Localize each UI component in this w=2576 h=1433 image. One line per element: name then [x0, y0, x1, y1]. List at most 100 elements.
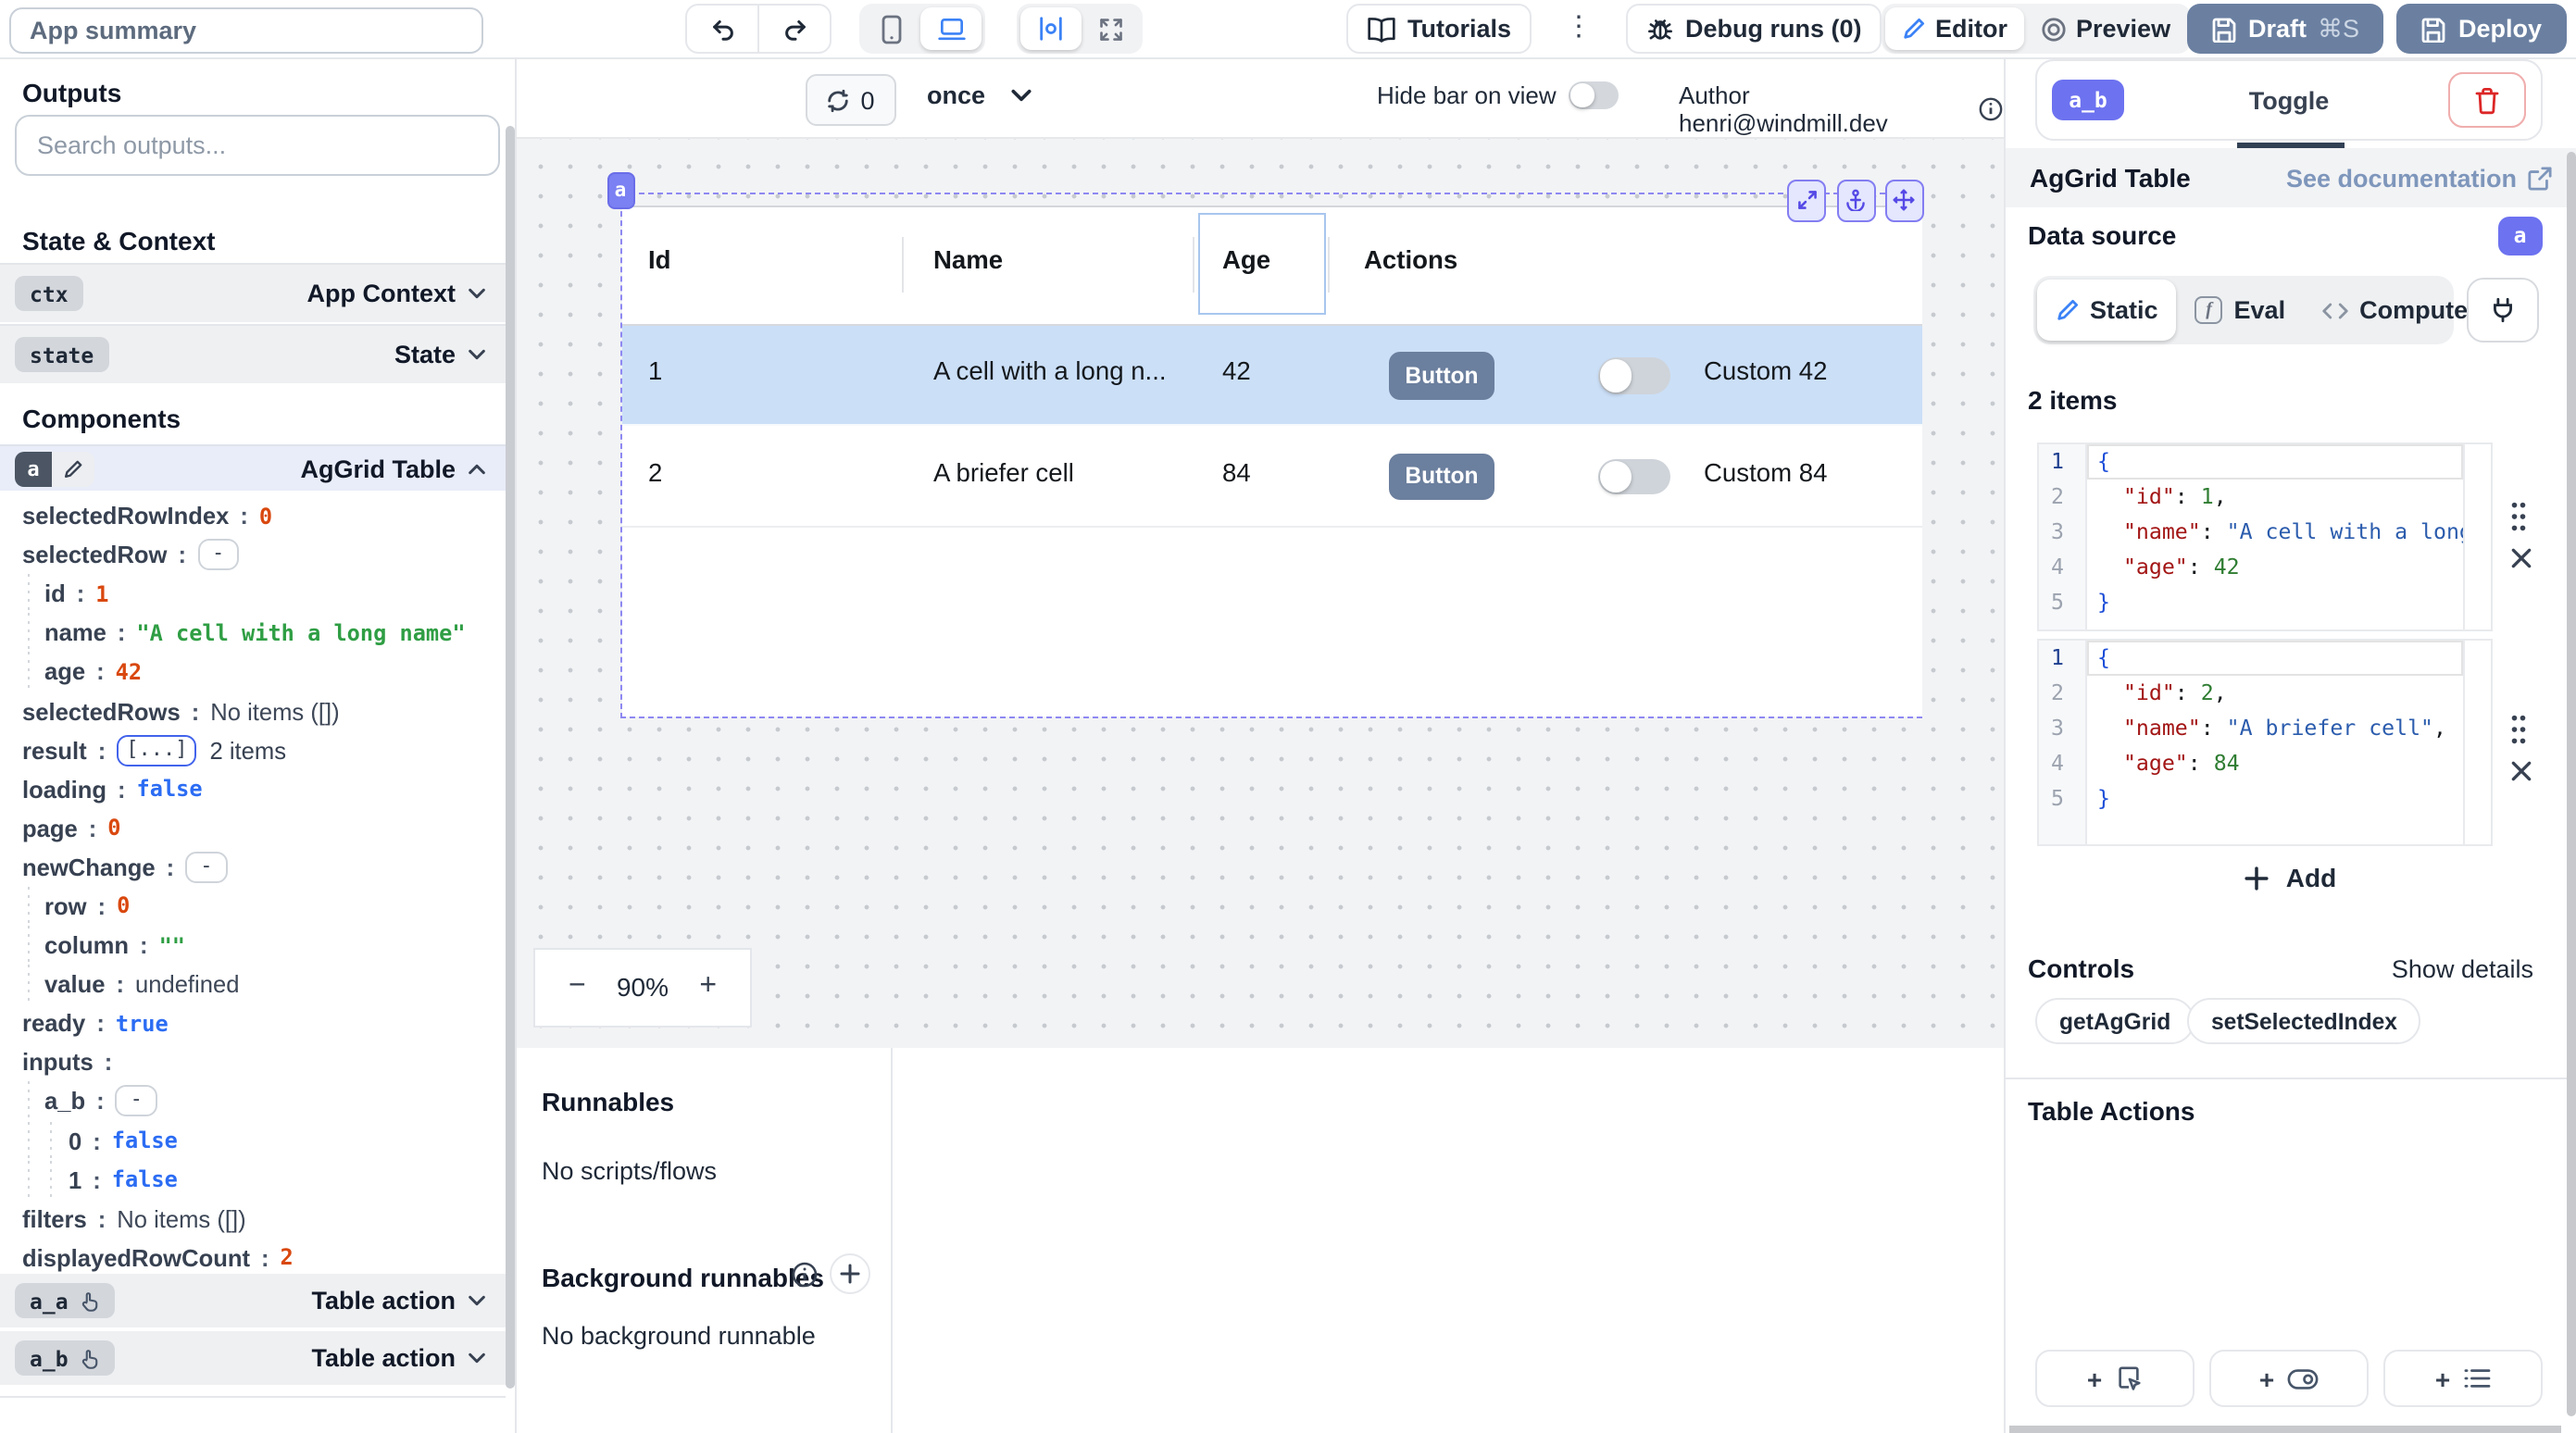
row-action-toggle[interactable]: [1597, 458, 1669, 494]
add-background-runnable-button[interactable]: [829, 1253, 869, 1294]
ctx-row[interactable]: ctx App Context: [0, 263, 506, 322]
output-expand-button[interactable]: -: [197, 539, 239, 570]
mode-compute[interactable]: Compute: [2304, 280, 2486, 341]
table-row[interactable]: 2 A briefer cell 84 Button Custom 84: [621, 426, 1921, 527]
column-header-name[interactable]: Name: [933, 246, 1003, 274]
table-action-row[interactable]: a_b Table action: [0, 1331, 506, 1385]
output-row[interactable]: selectedRowIndex : 0: [0, 496, 506, 535]
refresh-icon: [825, 88, 849, 112]
table-row[interactable]: 1 A cell with a long n... 42 Button Cust…: [621, 325, 1921, 426]
add-item-button[interactable]: Add: [2006, 863, 2576, 892]
component-anchor-button[interactable]: [1836, 179, 1875, 221]
refresh-count: 0: [860, 86, 874, 114]
add-toggle-action-button[interactable]: +: [2209, 1350, 2369, 1407]
tutorials-button[interactable]: Tutorials: [1346, 4, 1532, 54]
sidebar-scrollbar[interactable]: [505, 126, 514, 1389]
edit-component-id-button[interactable]: [52, 451, 94, 486]
expand-canvas-button[interactable]: [1082, 7, 1139, 50]
output-expand-button[interactable]: -: [185, 852, 227, 883]
column-header-actions[interactable]: Actions: [1364, 246, 1457, 274]
mobile-view-button[interactable]: [863, 7, 920, 50]
debug-runs-button[interactable]: Debug runs (0): [1626, 4, 1882, 54]
app-canvas[interactable]: a Id Name Age Actions 1: [516, 138, 2004, 1047]
aggrid-table-component[interactable]: Id Name Age Actions 1 A cell with a long…: [621, 206, 1921, 716]
drag-handle-icon[interactable]: [2507, 713, 2537, 746]
info-icon[interactable]: [790, 1260, 818, 1288]
zoom-in-button[interactable]: +: [699, 971, 717, 1004]
draft-shortcut: ⌘S: [2318, 14, 2359, 44]
search-outputs-input[interactable]: [15, 115, 500, 176]
add-select-action-button[interactable]: +: [2383, 1350, 2543, 1407]
output-row[interactable]: id : 1: [0, 574, 506, 613]
center-align-button[interactable]: [1020, 7, 1082, 50]
editor-tab[interactable]: Editor: [1885, 7, 2024, 50]
component-expand-button[interactable]: [1787, 179, 1826, 221]
output-expand-button[interactable]: [...]: [117, 734, 196, 766]
row-action-button[interactable]: Button: [1389, 453, 1494, 500]
see-documentation-link[interactable]: See documentation: [2286, 164, 2552, 192]
output-row[interactable]: loading : false: [0, 769, 506, 808]
output-row[interactable]: column : "": [0, 926, 506, 965]
state-row[interactable]: state State: [0, 324, 506, 383]
output-row[interactable]: selectedRows : No items ([]): [0, 692, 506, 730]
output-value: true: [116, 1011, 169, 1037]
output-row[interactable]: value : undefined: [0, 965, 506, 1003]
remove-item-button[interactable]: [2509, 759, 2535, 783]
cell-name: A cell with a long n...: [933, 357, 1167, 385]
desktop-view-button[interactable]: [920, 7, 982, 50]
column-header-id[interactable]: Id: [648, 246, 671, 274]
more-menu-button[interactable]: ⋮: [1565, 11, 1593, 44]
column-header-age[interactable]: Age: [1222, 246, 1270, 274]
output-row[interactable]: filters : No items ([]): [0, 1199, 506, 1238]
preview-tab[interactable]: Preview: [2024, 7, 2187, 50]
line-number: 4: [2038, 549, 2084, 584]
hide-bar-toggle[interactable]: [1569, 82, 1619, 109]
mode-static[interactable]: Static: [2036, 280, 2177, 341]
zoom-out-button[interactable]: −: [569, 971, 586, 1004]
table-action-row[interactable]: a_a Table action: [0, 1274, 506, 1327]
mode-eval[interactable]: f Eval: [2177, 280, 2305, 341]
app-summary-input[interactable]: [9, 6, 483, 53]
control-getaggrid-button[interactable]: getAgGrid: [2035, 998, 2195, 1044]
add-button-action-button[interactable]: +: [2035, 1350, 2195, 1407]
zoom-level: 90%: [617, 973, 669, 1003]
deploy-button[interactable]: Deploy: [2396, 4, 2567, 54]
output-row[interactable]: displayedRowCount : 2: [0, 1239, 506, 1277]
draft-button[interactable]: Draft ⌘S: [2187, 4, 2383, 54]
refresh-count-button[interactable]: 0: [805, 74, 895, 126]
table-action-card[interactable]: Toggle a_b: [2035, 59, 2543, 141]
remove-item-button[interactable]: [2509, 546, 2535, 570]
row-action-toggle[interactable]: [1597, 357, 1669, 393]
output-row[interactable]: 0 : false: [0, 1121, 506, 1160]
output-row[interactable]: 1 : false: [0, 1160, 506, 1199]
component-header-row[interactable]: a AgGrid Table: [0, 444, 506, 491]
output-row[interactable]: page : 0: [0, 809, 506, 848]
output-row[interactable]: a_b : -: [0, 1082, 506, 1121]
control-setselectedindex-button[interactable]: setSelectedIndex: [2187, 998, 2421, 1044]
output-row[interactable]: row : 0: [0, 887, 506, 926]
row-action-button[interactable]: Button: [1389, 352, 1494, 399]
connect-button[interactable]: [2467, 278, 2538, 343]
show-details-link[interactable]: Show details: [2392, 955, 2533, 983]
redo-button[interactable]: [759, 6, 830, 52]
output-row[interactable]: selectedRow : -: [0, 535, 506, 574]
output-row[interactable]: inputs :: [0, 1043, 506, 1082]
output-expand-button[interactable]: -: [116, 1086, 157, 1117]
vertical-scrollbar[interactable]: [2566, 152, 2575, 1416]
json-editor-item-2[interactable]: 1 { 2 "id": 2, 3 "name": "A briefer cell…: [2036, 639, 2492, 846]
undo-button[interactable]: [687, 6, 759, 52]
json-editor-item-1[interactable]: 1 { 2 "id": 1, 3 "name": "A cell with a …: [2036, 442, 2492, 631]
output-row[interactable]: result : [...] 2 items: [0, 730, 506, 769]
output-row[interactable]: newChange : -: [0, 848, 506, 887]
refresh-mode-dropdown[interactable]: once: [927, 81, 1033, 109]
plus-icon: [2245, 866, 2270, 890]
output-row[interactable]: name : "A cell with a long name": [0, 614, 506, 653]
output-row[interactable]: age : 42: [0, 653, 506, 692]
drag-handle-icon[interactable]: [2507, 500, 2537, 533]
plug-icon: [2489, 296, 2517, 324]
output-row[interactable]: ready : true: [0, 1003, 506, 1042]
component-move-button[interactable]: [1884, 179, 1923, 221]
info-icon[interactable]: [1978, 96, 2004, 122]
delete-action-button[interactable]: [2448, 72, 2526, 128]
author-info: Author henri@windmill.dev: [1679, 81, 2004, 137]
